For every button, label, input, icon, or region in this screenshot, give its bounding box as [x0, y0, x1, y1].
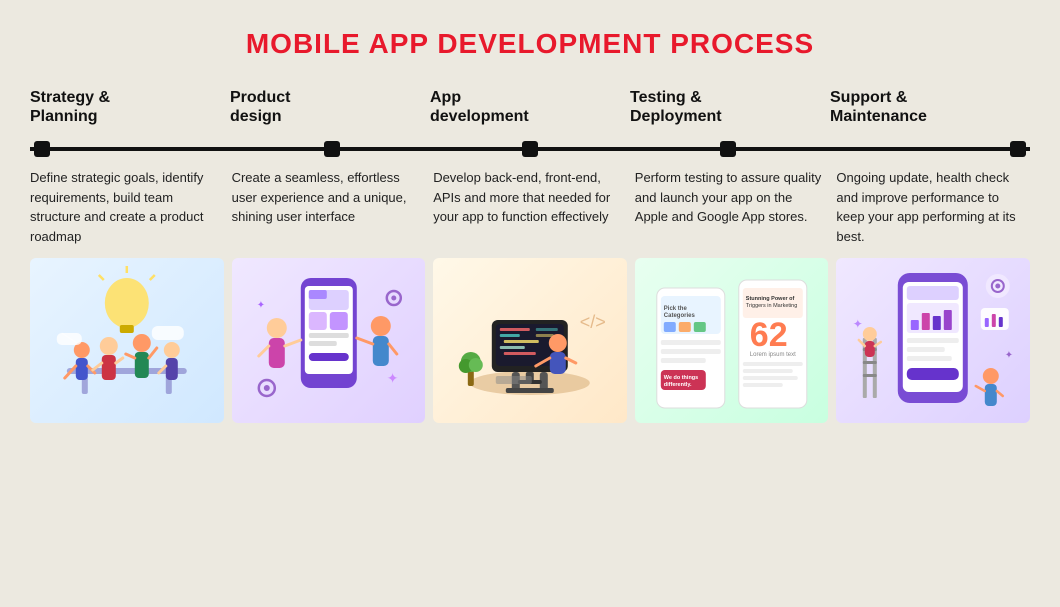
svg-text:</>: </> [580, 312, 606, 332]
step-title-support: Support &Maintenance [830, 88, 1022, 126]
page-title: MOBILE APP DEVELOPMENT PROCESS [30, 28, 1030, 60]
svg-text:Triggers in Marketing: Triggers in Marketing [746, 303, 797, 309]
timeline-row [30, 140, 1030, 158]
desc-support: Ongoing update, health check and improve… [836, 168, 1030, 246]
support-illustration: ✦ ✦ [836, 258, 1030, 423]
step-title-testing: Testing &Deployment [630, 88, 822, 126]
dot-wrapper-3 [431, 141, 629, 157]
svg-text:Lorem ipsum text: Lorem ipsum text [750, 352, 796, 358]
timeline-dot-1 [34, 141, 50, 157]
desc-testing: Perform testing to assure quality and la… [635, 168, 837, 246]
dot-wrapper-4 [629, 141, 827, 157]
step-title-strategy: Strategy &Planning [30, 88, 222, 126]
header-cell-appdev: Appdevelopment [430, 88, 630, 134]
header-cell-support: Support &Maintenance [830, 88, 1030, 134]
process-container: Strategy &Planning Productdesign Appdeve… [30, 88, 1030, 423]
dot-wrapper-1 [34, 141, 232, 157]
dot-wrapper-2 [232, 141, 430, 157]
svg-text:differently.: differently. [664, 382, 692, 388]
header-cell-testing: Testing &Deployment [630, 88, 830, 134]
step-title-design: Productdesign [230, 88, 422, 126]
svg-text:Categories: Categories [664, 313, 696, 319]
timeline-dots [30, 141, 1030, 157]
desc-strategy: Define strategic goals, identify require… [30, 168, 232, 246]
svg-text:Stunning Power of: Stunning Power of [746, 296, 795, 302]
app-development-illustration: </> [433, 258, 627, 423]
header-row: Strategy &Planning Productdesign Appdeve… [30, 88, 1030, 134]
svg-text:✦: ✦ [1005, 350, 1013, 361]
content-row: Define strategic goals, identify require… [30, 168, 1030, 246]
timeline-dot-3 [522, 141, 538, 157]
svg-text:✦: ✦ [256, 300, 264, 311]
svg-text:Pick the: Pick the [664, 306, 688, 312]
strategy-illustration [30, 258, 224, 423]
images-row: ✦ ✦ [30, 258, 1030, 423]
svg-text:We do things: We do things [664, 375, 698, 381]
svg-text:✦: ✦ [853, 317, 863, 331]
timeline-dot-2 [324, 141, 340, 157]
page-container: MOBILE APP DEVELOPMENT PROCESS Strategy … [0, 0, 1060, 607]
step-title-appdev: Appdevelopment [430, 88, 622, 126]
header-cell-design: Productdesign [230, 88, 430, 134]
product-design-illustration: ✦ ✦ [232, 258, 426, 423]
svg-text:62: 62 [750, 316, 788, 354]
dot-wrapper-5 [828, 141, 1026, 157]
testing-illustration: Pick the Categories We do things differe… [635, 258, 829, 423]
timeline-dot-4 [720, 141, 736, 157]
timeline-dot-5 [1010, 141, 1026, 157]
svg-text:✦: ✦ [386, 370, 398, 386]
desc-appdev: Develop back-end, front-end, APIs and mo… [433, 168, 635, 246]
desc-design: Create a seamless, effortless user exper… [232, 168, 434, 246]
header-cell-strategy: Strategy &Planning [30, 88, 230, 134]
